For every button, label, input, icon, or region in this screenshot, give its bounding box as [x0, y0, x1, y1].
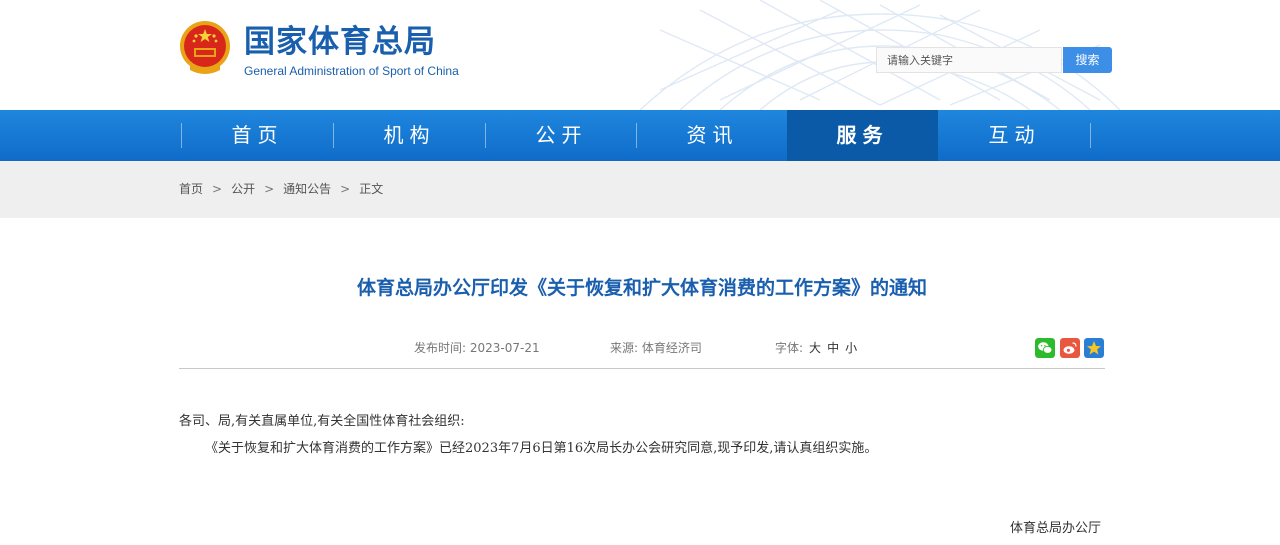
weibo-icon[interactable] — [1060, 338, 1080, 358]
site-header: 国家体育总局 General Administration of Sport o… — [0, 0, 1280, 110]
nav-item-home[interactable]: 首页 — [182, 110, 333, 161]
site-subtitle: General Administration of Sport of China — [244, 64, 459, 78]
national-emblem-logo — [180, 21, 230, 74]
article-divider — [179, 368, 1105, 369]
font-size-selector: 字体: 大中小 — [775, 340, 857, 356]
source-label: 来源: — [610, 341, 639, 355]
publish-label: 发布时间: — [414, 341, 467, 355]
wechat-icon[interactable] — [1035, 338, 1055, 358]
nav-item-organization[interactable]: 机构 — [334, 110, 485, 161]
article-source: 来源: 体育经济司 — [610, 340, 702, 356]
font-label: 字体: — [775, 341, 804, 355]
font-medium-button[interactable]: 中 — [827, 341, 839, 355]
publish-date: 2023-07-21 — [469, 341, 540, 355]
breadcrumb-home[interactable]: 首页 — [179, 182, 203, 196]
main-nav: 首页 机构 公开 资讯 服务 互动 — [0, 110, 1280, 161]
publish-time: 发布时间: 2023-07-21 — [414, 340, 540, 356]
nav-item-public[interactable]: 公开 — [486, 110, 637, 161]
breadcrumb-notices[interactable]: 通知公告 — [283, 182, 331, 196]
nav-divider — [1090, 123, 1091, 148]
font-large-button[interactable]: 大 — [809, 341, 821, 355]
article-salutation: 各司、局,有关直属单位,有关全国性体育社会组织: — [179, 414, 465, 429]
font-small-button[interactable]: 小 — [845, 341, 857, 355]
site-title[interactable]: 国家体育总局 — [244, 24, 436, 60]
breadcrumb-bar: 首页 > 公开 > 通知公告 > 正文 — [0, 161, 1280, 218]
nav-item-news[interactable]: 资讯 — [637, 110, 788, 161]
search-button[interactable]: 搜索 — [1063, 47, 1112, 73]
search-input[interactable] — [876, 47, 1062, 73]
breadcrumb: 首页 > 公开 > 通知公告 > 正文 — [179, 161, 383, 218]
nav-item-service[interactable]: 服务 — [787, 110, 938, 161]
breadcrumb-separator: > — [212, 182, 223, 196]
favorite-star-icon[interactable] — [1084, 338, 1104, 358]
breadcrumb-public[interactable]: 公开 — [231, 182, 255, 196]
article-signature: 体育总局办公厅 — [1010, 521, 1102, 536]
breadcrumb-current: 正文 — [359, 182, 384, 196]
article-title: 体育总局办公厅印发《关于恢复和扩大体育消费的工作方案》的通知 — [356, 277, 927, 299]
breadcrumb-separator: > — [340, 182, 351, 196]
article-paragraph: 《关于恢复和扩大体育消费的工作方案》已经2023年7月6日第16次局长办公会研究… — [205, 441, 878, 456]
breadcrumb-separator: > — [264, 182, 275, 196]
nav-item-interaction[interactable]: 互动 — [939, 110, 1090, 161]
source-value: 体育经济司 — [641, 341, 702, 355]
